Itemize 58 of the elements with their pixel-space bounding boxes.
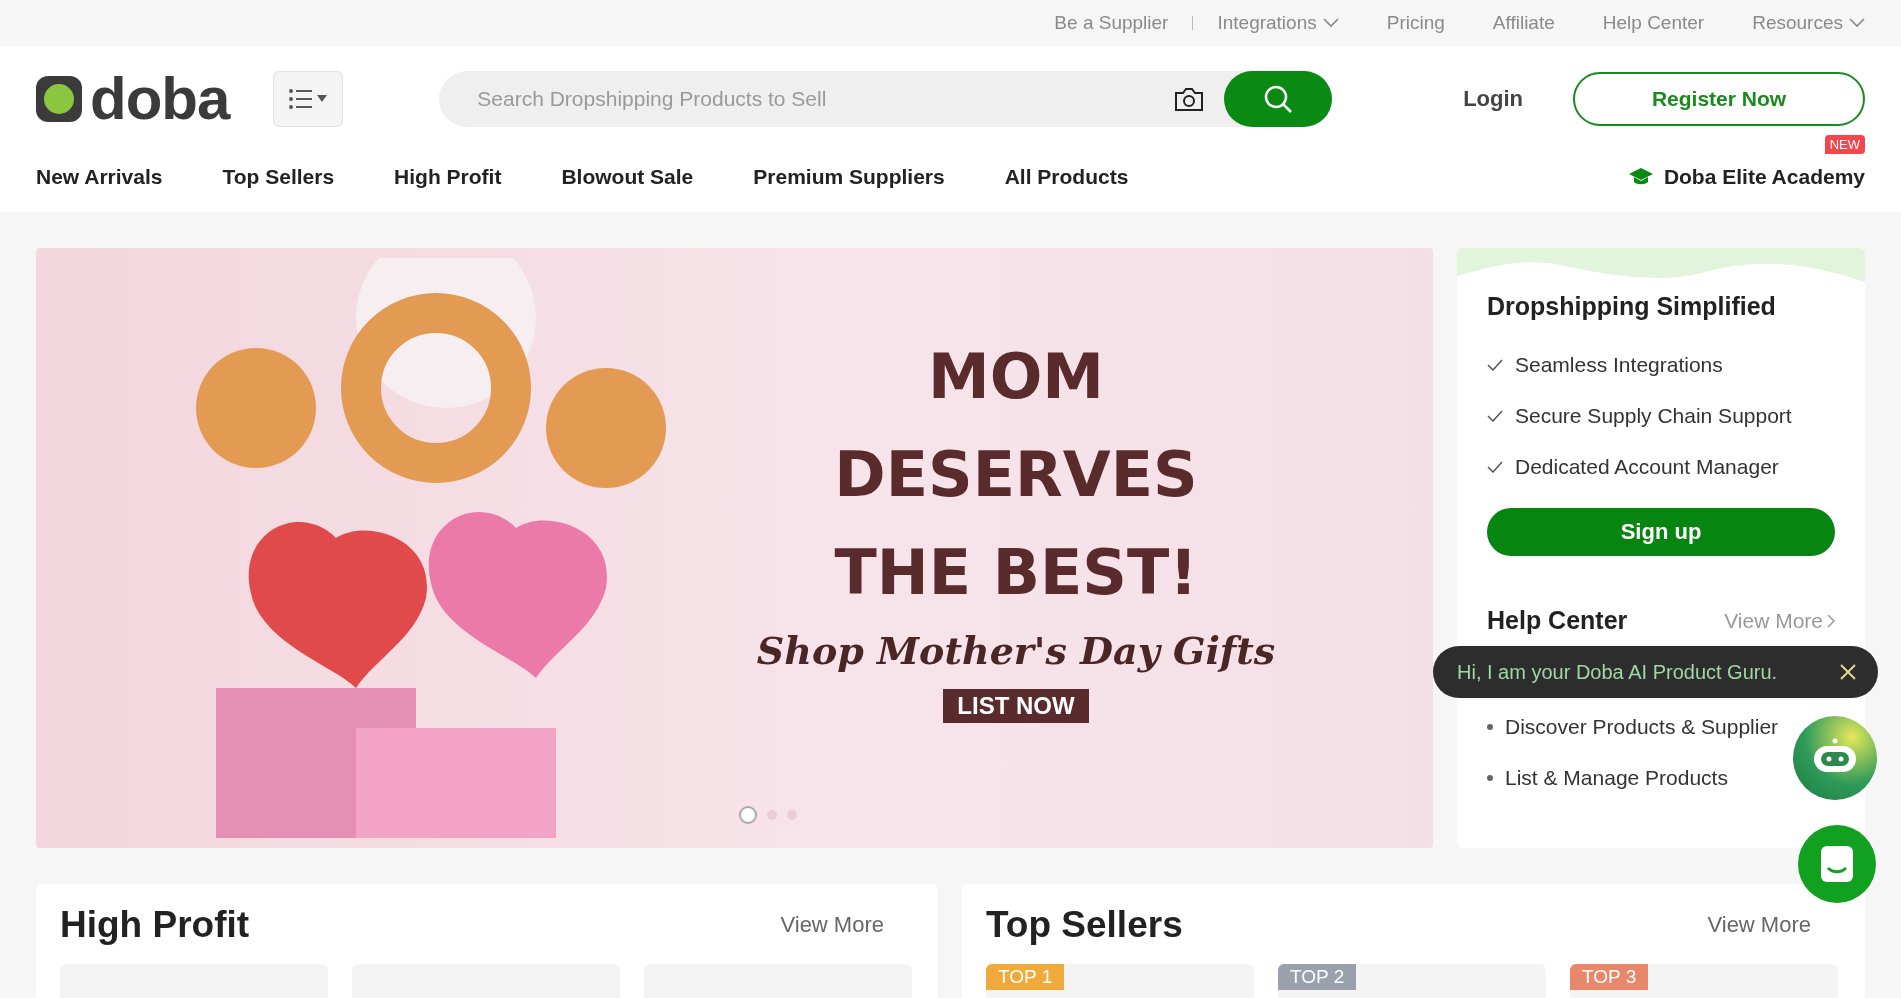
nav-link[interactable]: Top Sellers: [222, 165, 335, 189]
nav-link[interactable]: Premium Suppliers: [753, 165, 945, 189]
sidebar-title: Dropshipping Simplified: [1487, 292, 1777, 321]
check-icon: [1487, 460, 1503, 473]
promo-banner[interactable]: MOM DESERVES THE BEST! Shop Mother's Day Gifts LIST NOW: [36, 248, 1433, 848]
feature-text: Secure Supply Chain Support: [1515, 403, 1792, 428]
nav-link[interactable]: High Profit: [394, 165, 502, 189]
chat-icon: [1819, 844, 1855, 884]
register-button[interactable]: Register Now: [1573, 72, 1865, 126]
sign-up-button[interactable]: Sign up: [1487, 508, 1835, 556]
nav-link[interactable]: All Products: [1004, 165, 1129, 189]
banner-headline: DESERVES: [834, 437, 1198, 513]
carousel-dot[interactable]: [739, 806, 757, 824]
check-icon: [1487, 409, 1503, 422]
top-link[interactable]: Help Center: [1578, 12, 1729, 34]
top-link[interactable]: Affiliate: [1468, 12, 1579, 34]
graduation-cap-icon: [1627, 167, 1654, 187]
chevron-down-icon: [1322, 18, 1339, 28]
chevron-right-icon: [1827, 613, 1835, 628]
academy-link[interactable]: Doba Elite Academy: [1627, 165, 1865, 189]
banner-headline: THE BEST!: [834, 535, 1198, 611]
chevron-down-icon: [1849, 18, 1865, 28]
banner-headline: MOM: [927, 339, 1105, 415]
close-icon: [1840, 664, 1856, 680]
list-menu-icon: [288, 88, 329, 110]
rank-badge: TOP 3: [1570, 964, 1649, 990]
feature-text: Seamless Integrations: [1515, 352, 1723, 377]
camera-icon[interactable]: [1174, 86, 1205, 112]
tooltip-text: Hi, I am your Doba AI Product Guru.: [1457, 660, 1778, 684]
top-link[interactable]: Resources: [1728, 12, 1865, 34]
login-link[interactable]: Login: [1463, 86, 1523, 112]
top-link[interactable]: Pricing: [1362, 12, 1469, 34]
nav-link[interactable]: Blowout Sale: [561, 165, 694, 189]
search-bar[interactable]: Search Dropshipping Products to Sell: [439, 71, 1333, 127]
help-link[interactable]: List & Manage Products: [1487, 752, 1728, 803]
view-more-link[interactable]: View More: [1707, 912, 1811, 938]
new-badge: NEW: [1824, 135, 1865, 154]
view-more-link[interactable]: View More: [780, 912, 884, 938]
help-center-title: Help Center: [1487, 606, 1628, 635]
feature-text: Dedicated Account Manager: [1515, 454, 1779, 479]
check-icon: [1487, 358, 1503, 371]
banner-subtitle: Shop Mother's Day Gifts: [756, 628, 1276, 673]
logo-text: doba: [90, 69, 230, 129]
search-field[interactable]: Search Dropshipping Products to Sell: [475, 86, 1175, 112]
search-button[interactable]: [1224, 71, 1333, 127]
rank-badge: TOP 1: [986, 964, 1065, 990]
logo-icon: [36, 76, 82, 122]
category-menu-button[interactable]: [273, 71, 344, 127]
view-more-link[interactable]: View More: [1724, 608, 1835, 633]
top-link[interactable]: Integrations: [1193, 12, 1363, 34]
nav-link[interactable]: New Arrivals: [36, 165, 163, 189]
top-link[interactable]: Be a Supplier: [1030, 12, 1193, 34]
list-now-button[interactable]: LIST NOW: [943, 689, 1089, 723]
rank-badge: TOP 2: [1278, 964, 1357, 990]
section-title: High Profit: [60, 904, 250, 946]
section-title: Top Sellers: [986, 904, 1183, 946]
close-button[interactable]: [1840, 664, 1856, 680]
help-link[interactable]: Discover Products & Supplier: [1487, 701, 1779, 752]
